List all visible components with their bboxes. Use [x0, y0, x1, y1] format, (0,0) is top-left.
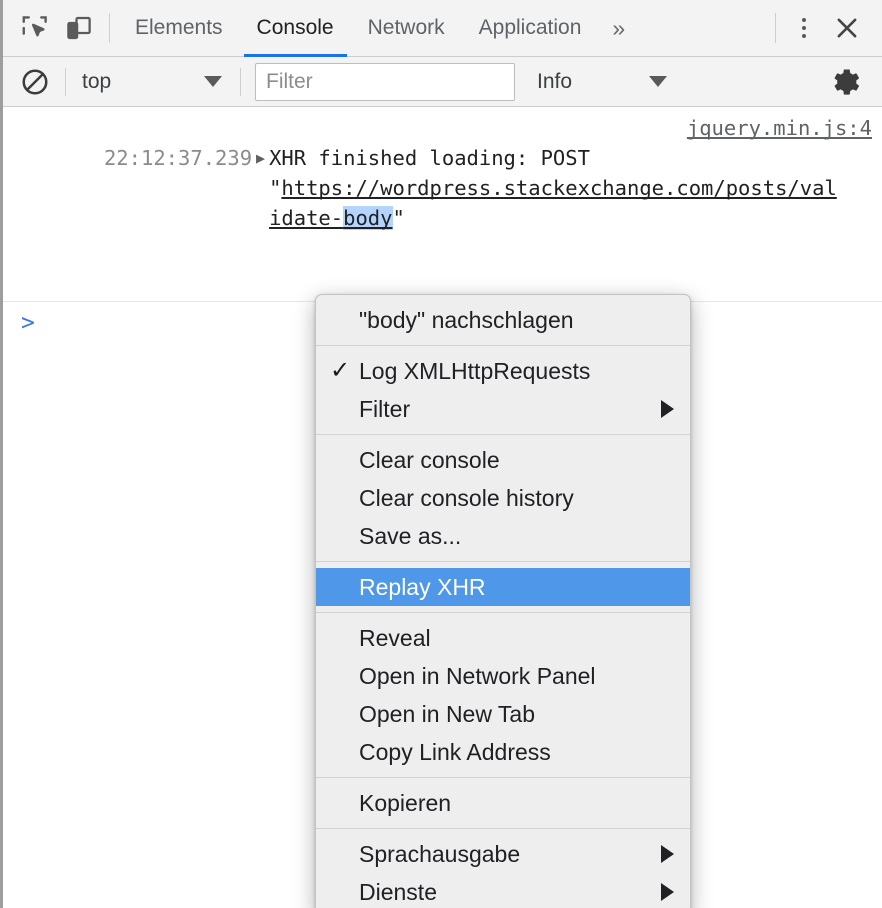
console-log-entry[interactable]: 22:12:37.239 ▶ XHR finished loading: POST "…	[3, 107, 882, 302]
menu-item-open-in-new-tab[interactable]: Open in New Tab	[316, 695, 690, 733]
context-menu-group: Kopieren	[316, 784, 690, 822]
menu-separator	[316, 561, 690, 562]
device-toolbar-icon[interactable]	[57, 6, 101, 50]
menu-item-clear-console[interactable]: Clear console	[316, 441, 690, 479]
menu-item-label: Log XMLHttpRequests	[359, 357, 591, 384]
menu-item-kopieren[interactable]: Kopieren	[316, 784, 690, 822]
check-icon: ✓	[330, 357, 351, 384]
menu-separator	[316, 434, 690, 435]
menu-item-label: Filter	[359, 395, 411, 422]
menu-item-reveal[interactable]: Reveal	[316, 619, 690, 657]
menu-item-label: Sprachausgabe	[359, 840, 521, 867]
log-message: XHR finished loading: POST "https://wordp…	[269, 143, 837, 233]
log-quote-close: "	[392, 206, 405, 230]
menu-item-log-xmlhttprequests[interactable]: ✓ Log XMLHttpRequests	[316, 352, 690, 390]
menu-item-replay-xhr[interactable]: Replay XHR	[316, 568, 690, 606]
log-message-text: XHR finished loading: POST	[269, 146, 590, 170]
menu-item-label: Open in New Tab	[359, 700, 536, 727]
panel-tabs: Elements Console Network Application »	[118, 0, 639, 57]
tab-network[interactable]: Network	[351, 0, 462, 57]
filterbar-divider-1	[65, 67, 66, 96]
menu-separator	[316, 828, 690, 829]
filter-input[interactable]: Filter	[255, 62, 515, 101]
menu-item-label: Kopieren	[359, 789, 452, 816]
menu-item-sprachausgabe[interactable]: Sprachausgabe	[316, 835, 690, 873]
more-options-icon[interactable]	[784, 6, 824, 50]
log-url-part2[interactable]: idate-	[269, 206, 343, 230]
menu-item-label: Dienste	[359, 878, 437, 905]
menu-separator	[316, 345, 690, 346]
submenu-arrow-icon	[661, 845, 674, 863]
console-filter-toolbar: top Filter Info	[3, 57, 882, 107]
log-url-selected-text[interactable]: body	[343, 206, 393, 230]
console-panel: 22:12:37.239 ▶ XHR finished loading: POST "…	[3, 107, 882, 908]
menu-item-filter[interactable]: Filter	[316, 390, 690, 428]
inspect-element-icon[interactable]	[13, 6, 57, 50]
log-level-value: Info	[537, 69, 573, 93]
menu-item-label: Reveal	[359, 624, 431, 651]
filterbar-divider-2	[240, 67, 241, 96]
gear-icon[interactable]	[828, 64, 864, 100]
menu-item-label: Open in Network Panel	[359, 662, 596, 689]
context-menu-group: Replay XHR	[316, 568, 690, 606]
menu-item-save-as[interactable]: Save as...	[316, 517, 690, 555]
tab-console[interactable]: Console	[240, 0, 351, 57]
tab-network-label: Network	[367, 16, 445, 39]
clear-console-icon[interactable]	[17, 64, 53, 100]
log-quote-open: "	[269, 176, 282, 200]
tab-elements[interactable]: Elements	[118, 0, 240, 57]
context-menu: "body" nachschlagen ✓ Log XMLHttpRequest…	[315, 294, 691, 908]
log-source-link[interactable]: jquery.min.js:4	[687, 113, 872, 143]
tab-application-label: Application	[478, 16, 582, 39]
menu-item-label: Clear console history	[359, 484, 574, 511]
execution-context-value: top	[82, 69, 112, 93]
more-tabs-icon[interactable]: »	[598, 0, 639, 57]
log-url-part1[interactable]: https://wordpress.stackexchange.com/post…	[281, 176, 836, 200]
tabbar-right-controls	[767, 6, 882, 50]
context-menu-group: Clear console Clear console history Save…	[316, 441, 690, 555]
menu-item-label: Replay XHR	[359, 573, 486, 600]
submenu-arrow-icon	[661, 883, 674, 901]
submenu-arrow-icon	[661, 400, 674, 418]
chevron-down-icon-level	[649, 76, 667, 87]
menu-item-copy-link-address[interactable]: Copy Link Address	[316, 733, 690, 771]
menu-item-open-in-network-panel[interactable]: Open in Network Panel	[316, 657, 690, 695]
toolbar-divider-right	[775, 13, 776, 43]
menu-item-clear-console-history[interactable]: Clear console history	[316, 479, 690, 517]
menu-item-label: "body" nachschlagen	[359, 306, 574, 333]
menu-item-lookup-body[interactable]: "body" nachschlagen	[316, 301, 690, 339]
chevron-down-icon	[204, 76, 222, 87]
filter-placeholder: Filter	[266, 69, 313, 93]
context-menu-group: Reveal Open in Network Panel Open in New…	[316, 619, 690, 771]
context-menu-group: Sprachausgabe Dienste	[316, 835, 690, 908]
tab-application[interactable]: Application	[462, 0, 599, 57]
execution-context-dropdown[interactable]: top	[78, 70, 228, 94]
more-tabs-label: »	[612, 14, 626, 41]
devtools-tabbar: Elements Console Network Application »	[3, 0, 882, 57]
menu-separator	[316, 777, 690, 778]
tab-console-label: Console	[256, 16, 334, 39]
menu-item-dienste[interactable]: Dienste	[316, 873, 690, 908]
log-level-dropdown[interactable]: Info	[537, 70, 687, 94]
log-expand-arrow-icon[interactable]: ▶	[252, 143, 269, 173]
console-prompt-chevron-icon: >	[21, 310, 35, 336]
menu-item-label: Clear console	[359, 446, 500, 473]
toolbar-divider	[109, 13, 110, 43]
log-timestamp: 22:12:37.239	[103, 146, 253, 170]
menu-item-label: Copy Link Address	[359, 738, 551, 765]
menu-separator	[316, 612, 690, 613]
context-menu-group: "body" nachschlagen	[316, 301, 690, 339]
devtools-window: Elements Console Network Application » t…	[0, 0, 882, 908]
context-menu-group: ✓ Log XMLHttpRequests Filter	[316, 352, 690, 428]
menu-item-label: Save as...	[359, 522, 462, 549]
tab-elements-label: Elements	[135, 16, 223, 39]
close-icon[interactable]	[824, 6, 870, 50]
